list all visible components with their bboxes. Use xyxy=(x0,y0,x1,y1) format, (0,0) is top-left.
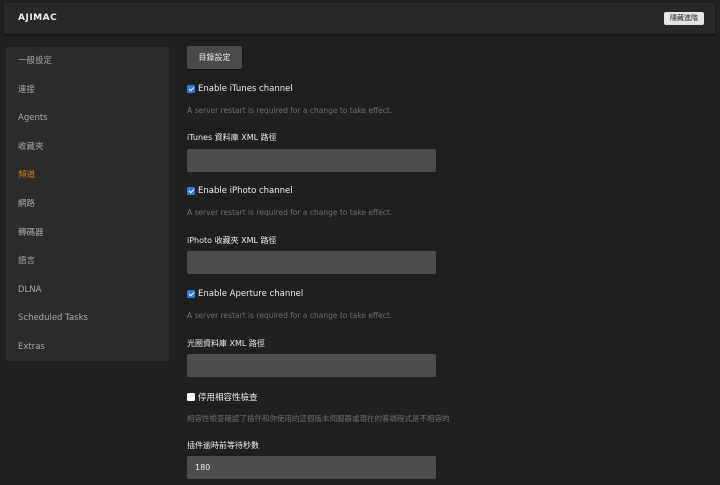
itunes-channel-row: Enable iTunes channel xyxy=(187,83,293,95)
iphoto-path-input[interactable] xyxy=(187,251,436,274)
aperture-channel-row: Enable Aperture channel xyxy=(187,288,303,300)
sidebar-item-dlna[interactable]: DLNA xyxy=(6,276,169,305)
itunes-restart-hint: A server restart is required for a chang… xyxy=(187,106,393,115)
plugin-timeout-label: 插件逾時前等待秒數 xyxy=(187,441,259,450)
iphoto-channel-label[interactable]: Enable iPhoto channel xyxy=(198,186,293,196)
plugin-timeout-input[interactable] xyxy=(187,456,436,479)
hide-advanced-button[interactable]: 隱藏進階 xyxy=(664,12,704,25)
aperture-path-input[interactable] xyxy=(187,354,436,377)
itunes-path-input[interactable] xyxy=(187,149,436,172)
aperture-channel-label[interactable]: Enable Aperture channel xyxy=(198,289,303,299)
aperture-restart-hint: A server restart is required for a chang… xyxy=(187,311,393,320)
aperture-path-label: 光圈資料庫 XML 路徑 xyxy=(187,339,265,348)
disable-compat-check-row: 停用相容性檢查 xyxy=(187,391,258,403)
disable-compat-check-label[interactable]: 停用相容性檢查 xyxy=(198,391,258,403)
compat-check-hint: 相容性檢查確認了插件和你使用的這個版本伺服器或現在的客端程式是不相容的 xyxy=(187,414,450,423)
iphoto-channel-checkbox[interactable] xyxy=(187,187,195,195)
itunes-channel-checkbox[interactable] xyxy=(187,85,195,93)
iphoto-path-label: iPhoto 收藏夾 XML 路徑 xyxy=(187,236,277,245)
top-bar: AJIMAC 隱藏進階 xyxy=(4,3,715,34)
aperture-channel-checkbox[interactable] xyxy=(187,290,195,298)
sidebar-item-network[interactable]: 網路 xyxy=(6,190,169,219)
app-title: AJIMAC xyxy=(18,13,58,23)
directory-settings-button[interactable]: 目錄設定 xyxy=(187,46,242,69)
settings-sidebar: 一般設定 連接 Agents 收藏夾 頻道 網路 轉碼器 語言 DLNA Sch… xyxy=(6,47,169,361)
iphoto-channel-row: Enable iPhoto channel xyxy=(187,185,293,197)
sidebar-item-language[interactable]: 語言 xyxy=(6,247,169,276)
sidebar-item-agents[interactable]: Agents xyxy=(6,104,169,133)
sidebar-item-extras[interactable]: Extras xyxy=(6,333,169,362)
sidebar-item-scheduled-tasks[interactable]: Scheduled Tasks xyxy=(6,304,169,333)
itunes-channel-label[interactable]: Enable iTunes channel xyxy=(198,84,293,94)
disable-compat-check-checkbox[interactable] xyxy=(187,393,195,401)
sidebar-item-transcoder[interactable]: 轉碼器 xyxy=(6,219,169,248)
sidebar-item-general[interactable]: 一般設定 xyxy=(6,47,169,76)
sidebar-item-connect[interactable]: 連接 xyxy=(6,76,169,105)
sidebar-item-favorites[interactable]: 收藏夾 xyxy=(6,133,169,162)
sidebar-item-channels[interactable]: 頻道 xyxy=(6,161,169,190)
itunes-path-label: iTunes 資料庫 XML 路徑 xyxy=(187,133,277,142)
iphoto-restart-hint: A server restart is required for a chang… xyxy=(187,208,393,217)
